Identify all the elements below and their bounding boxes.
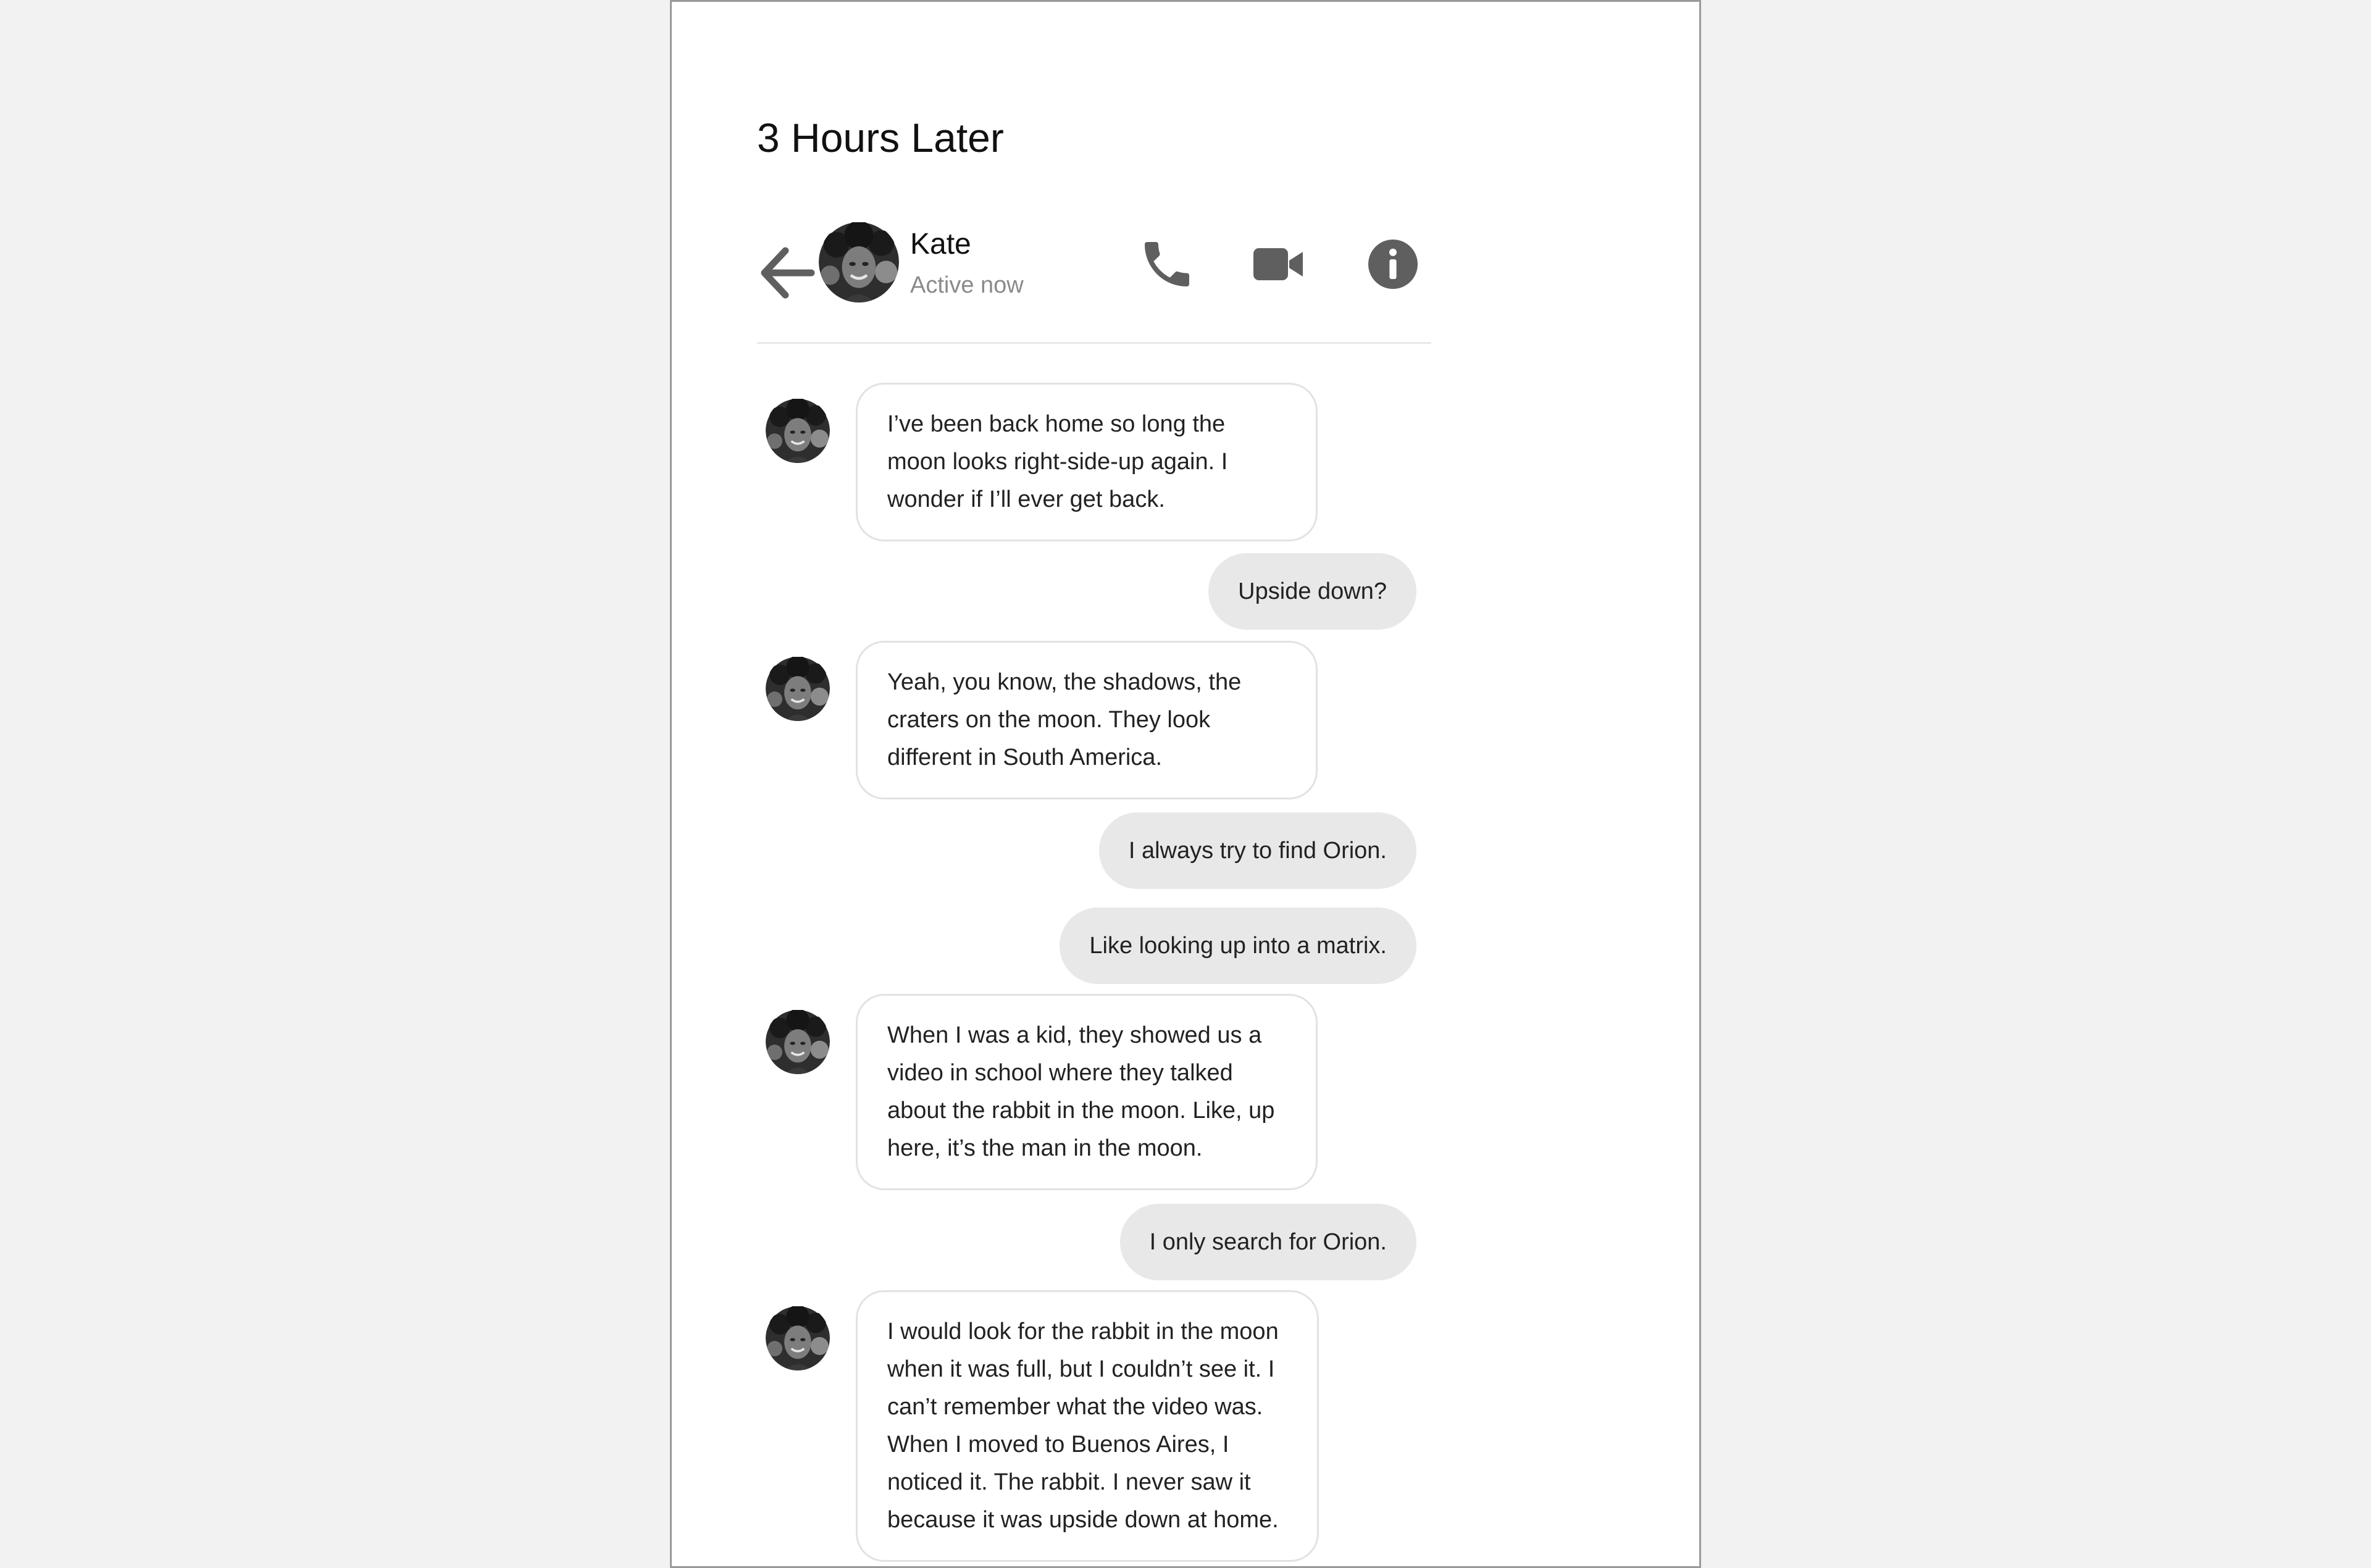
sender-avatar <box>766 657 830 721</box>
message-bubble: I would look for the rabbit in the moon … <box>856 1290 1319 1562</box>
message-bubble: Like looking up into a matrix. <box>1060 907 1416 984</box>
message-bubble: I only search for Orion. <box>1119 1204 1416 1280</box>
message-outgoing: Upside down? <box>757 553 1416 630</box>
message-bubble: Upside down? <box>1208 553 1416 630</box>
message-bubble: When I was a kid, they showed us a video… <box>856 994 1318 1190</box>
sender-avatar <box>766 1306 830 1370</box>
message-outgoing: Like looking up into a matrix. <box>757 907 1416 984</box>
message-incoming: I’ve been back home so long the moon loo… <box>757 383 1416 541</box>
message-outgoing: I always try to find Orion. <box>757 812 1416 889</box>
message-incoming: When I was a kid, they showed us a video… <box>757 994 1416 1190</box>
message-bubble: Yeah, you know, the shadows, the craters… <box>856 641 1318 799</box>
message-bubble: I’ve been back home so long the moon loo… <box>856 383 1318 541</box>
message-incoming: I would look for the rabbit in the moon … <box>757 1290 1416 1562</box>
sender-avatar <box>766 1010 830 1074</box>
message-outgoing: I only search for Orion. <box>757 1204 1416 1280</box>
sender-avatar <box>766 399 830 463</box>
message-list: I’ve been back home so long the moon loo… <box>0 0 2371 1568</box>
message-bubble: I always try to find Orion. <box>1098 812 1416 889</box>
message-incoming: Yeah, you know, the shadows, the craters… <box>757 641 1416 799</box>
